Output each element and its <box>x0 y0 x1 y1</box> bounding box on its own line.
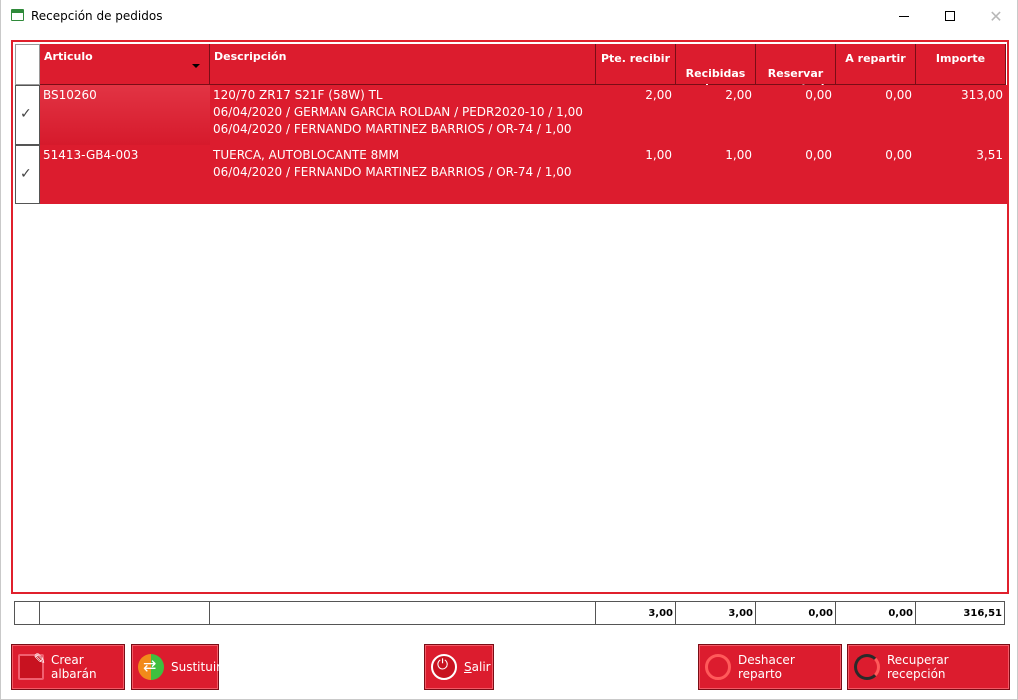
table-row[interactable]: ✓ 51413-GB4-003 TUERCA, AUTOBLOCANTE 8MM… <box>15 145 1007 204</box>
recover-reception-button[interactable]: Recuperar recepción <box>847 644 1010 690</box>
swap-icon <box>138 654 164 680</box>
header-articulo[interactable]: Articulo <box>40 44 210 85</box>
edit-document-icon <box>18 650 46 680</box>
desc-line: 120/70 ZR17 S21F (58W) TL <box>213 88 383 102</box>
header-repartir-label: A repartir <box>845 52 906 65</box>
create-delivery-note-label: Crear albarán <box>51 653 97 681</box>
maximize-button[interactable] <box>927 0 973 32</box>
cell-reservar[interactable]: 0,00 <box>756 85 836 145</box>
create-delivery-note-button[interactable]: Crear albarán <box>11 644 125 690</box>
header-descripcion[interactable]: Descripción <box>210 44 596 85</box>
window-title: Recepción de pedidos <box>31 9 163 23</box>
desc-line: 06/04/2020 / GERMAN GARCIA ROLDAN / PEDR… <box>213 105 583 119</box>
grid-header: Articulo Descripción Pte. recibir Recibi… <box>15 44 1007 95</box>
row-checkbox[interactable]: ✓ <box>15 145 40 204</box>
cell-articulo[interactable]: 51413-GB4-003 <box>40 145 210 204</box>
minimize-icon <box>899 15 909 17</box>
cell-reservar[interactable]: 0,00 <box>756 145 836 204</box>
refresh-icon <box>854 654 880 680</box>
cell-recibidas[interactable]: 1,00 <box>676 145 756 204</box>
cell-articulo[interactable]: BS10260 <box>40 85 210 145</box>
cell-descripcion[interactable]: 120/70 ZR17 S21F (58W) TL 06/04/2020 / G… <box>210 85 596 145</box>
header-select-column[interactable] <box>15 44 40 85</box>
maximize-icon <box>945 11 955 21</box>
total-recibidas: 3,00 <box>675 601 756 625</box>
header-pte-recibir[interactable]: Pte. recibir <box>596 44 676 85</box>
undo-distribution-button[interactable]: Deshacer reparto <box>698 644 842 690</box>
header-repartir[interactable]: A repartir <box>836 44 916 85</box>
total-importe: 316,51 <box>915 601 1005 625</box>
totals-blank <box>39 601 210 625</box>
totals-blank <box>14 601 40 625</box>
total-pte-recibir: 3,00 <box>595 601 676 625</box>
desc-line: TUERCA, AUTOBLOCANTE 8MM <box>213 148 399 162</box>
header-descripcion-label: Descripción <box>214 50 287 63</box>
reception-window: Recepción de pedidos ✕ Articulo Descripc… <box>0 0 1018 700</box>
close-icon: ✕ <box>989 6 1003 26</box>
cell-descripcion[interactable]: TUERCA, AUTOBLOCANTE 8MM 06/04/2020 / FE… <box>210 145 596 204</box>
totals-blank <box>209 601 596 625</box>
total-repartir: 0,00 <box>835 601 916 625</box>
header-articulo-label: Articulo <box>44 50 93 63</box>
cell-repartir[interactable]: 0,00 <box>836 85 916 145</box>
power-icon <box>431 654 457 680</box>
header-pte-recibir-label: Pte. recibir <box>600 52 671 65</box>
header-importe-label: Importe <box>935 52 986 65</box>
recover-reception-label: Recuperar recepción <box>887 653 949 681</box>
sort-down-icon <box>192 64 200 68</box>
undo-distribution-label: Deshacer reparto <box>738 653 795 681</box>
exit-label-rest: alir <box>471 660 491 674</box>
close-button[interactable]: ✕ <box>973 0 1018 32</box>
substitute-button[interactable]: Sustituir <box>131 644 222 690</box>
cell-repartir[interactable]: 0,00 <box>836 145 916 204</box>
cell-importe[interactable]: 313,00 <box>916 85 1007 145</box>
checkmark-icon: ✓ <box>20 106 32 122</box>
header-reservar[interactable]: Reservar para stock <box>756 44 836 95</box>
desc-line: 06/04/2020 / FERNANDO MARTINEZ BARRIOS /… <box>213 165 572 179</box>
orders-grid[interactable]: Articulo Descripción Pte. recibir Recibi… <box>11 40 1009 594</box>
cell-importe[interactable]: 3,51 <box>916 145 1007 204</box>
cell-pte-recibir[interactable]: 2,00 <box>596 85 676 145</box>
header-recibidas[interactable]: Recibidas ahora <box>676 44 756 95</box>
exit-label-accel: S <box>464 660 472 674</box>
undo-icon <box>705 654 731 680</box>
title-bar: Recepción de pedidos ✕ <box>1 0 1017 32</box>
table-row[interactable]: ✓ BS10260 120/70 ZR17 S21F (58W) TL 06/0… <box>15 85 1007 145</box>
total-reservar: 0,00 <box>755 601 836 625</box>
cell-recibidas[interactable]: 2,00 <box>676 85 756 145</box>
minimize-button[interactable] <box>881 0 927 32</box>
substitute-label: Sustituir <box>171 660 222 674</box>
row-checkbox[interactable]: ✓ <box>15 85 40 145</box>
desc-line: 06/04/2020 / FERNANDO MARTINEZ BARRIOS /… <box>213 122 572 136</box>
header-importe[interactable]: Importe <box>916 44 1006 85</box>
window-icon <box>11 9 24 21</box>
exit-button[interactable]: Salir <box>424 644 494 690</box>
checkmark-icon: ✓ <box>20 166 32 182</box>
cell-pte-recibir[interactable]: 1,00 <box>596 145 676 204</box>
exit-label: Salir <box>464 660 491 674</box>
totals-row: 3,00 3,00 0,00 0,00 316,51 <box>14 601 1005 625</box>
